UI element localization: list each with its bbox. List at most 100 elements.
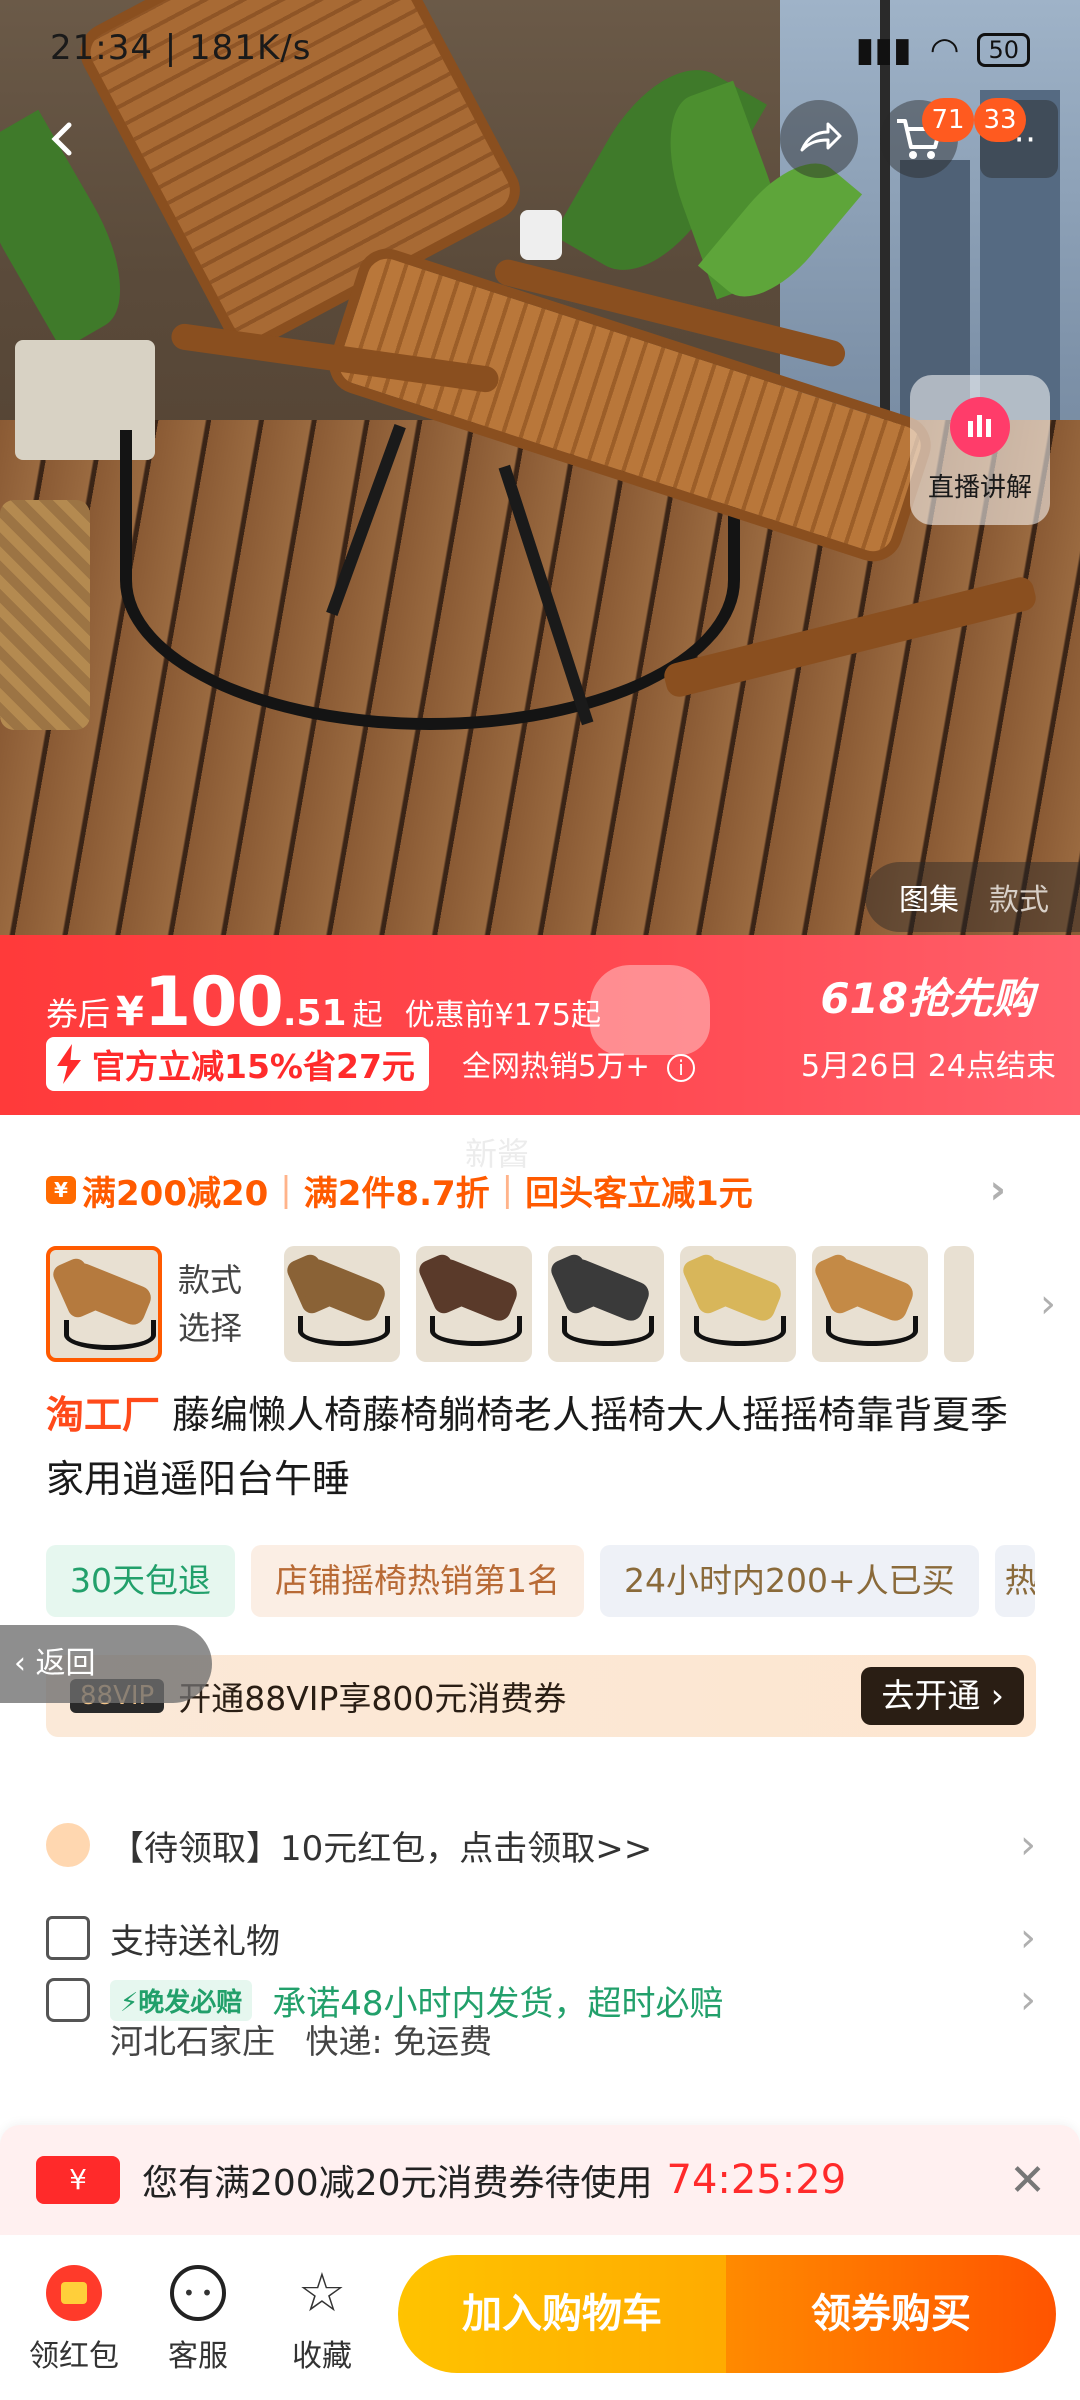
chair-thumb-rocker — [64, 1320, 156, 1350]
pre-discount-price: 优惠前¥175起 — [404, 998, 601, 1033]
chair-thumb-seat — [295, 1255, 389, 1325]
coupon-row[interactable]: ¥ 满200减20 | 满2件8.7折 | 回头客立减1元 › — [46, 1165, 1036, 1215]
chair-thumb-rocker — [430, 1316, 522, 1346]
red-packet-button[interactable]: 领红包 — [14, 2265, 134, 2375]
more-button[interactable]: ⋯ 33 — [974, 98, 1058, 178]
favorite-label: 收藏 — [292, 2339, 352, 2374]
coupon-buy-button[interactable]: 领券购买 — [726, 2255, 1056, 2373]
red-packet-icon — [46, 2265, 102, 2321]
price-banner: 券后 ¥ 100 .51 起 优惠前¥175起 官方立减15%省27元 全网热销… — [0, 935, 1080, 1115]
product-hero-image[interactable]: 21:34 | 181K/s ▮▮▮ ◠ 50 71 ⋯ 33 直播讲解 图集 … — [0, 0, 1080, 935]
variant-thumb[interactable] — [680, 1246, 796, 1362]
coupon-after-label: 券后 — [46, 995, 111, 1033]
red-packet-text: 【待领取】10元红包，点击领取>> — [110, 1828, 653, 1869]
battery-icon: 50 — [977, 33, 1030, 67]
share-icon — [800, 122, 842, 152]
variant-selector[interactable]: 款式选择 › — [46, 1245, 1056, 1363]
close-icon[interactable]: ✕ — [1009, 2155, 1046, 2206]
add-to-cart-button[interactable]: 加入购物车 — [398, 2255, 726, 2373]
vip-open-button[interactable]: 去开通 › — [861, 1667, 1024, 1725]
vip-open-label: 去开通 — [881, 1676, 981, 1715]
star-icon: ☆ — [297, 2261, 347, 2324]
coupon-notice[interactable]: ¥ 您有满200减20元消费券待使用 74:25:29 ✕ — [0, 2125, 1080, 2235]
chair-thumb-rocker — [562, 1316, 654, 1346]
wifi-icon: ◠ — [929, 30, 960, 70]
product-details: 新酱 ¥ 满200减20 | 满2件8.7折 | 回头客立减1元 › 款式选择 … — [0, 1115, 1080, 2125]
official-discount-text: 官方立减15%省27元 — [92, 1047, 415, 1086]
express-fee: 快递: 免运费 — [305, 2022, 493, 2061]
live-icon — [950, 397, 1010, 457]
product-title: 淘工厂 藤编懒人椅藤椅躺椅老人摇椅大人摇摇椅靠背夏季家用逍遥阳台午睡 — [46, 1383, 1036, 1511]
coupon-3: 回头客立减1元 — [525, 1173, 753, 1214]
cart-button[interactable]: 71 — [880, 98, 974, 178]
live-label: 直播讲解 — [927, 473, 1032, 503]
cart-count-badge: 71 — [922, 98, 974, 142]
customer-service-label: 客服 — [168, 2339, 228, 2374]
tag-partial: 热 — [994, 1545, 1035, 1617]
variant-thumb[interactable] — [812, 1246, 928, 1362]
status-bar: 21:34 | 181K/s ▮▮▮ ◠ 50 — [0, 0, 1080, 100]
chair-thumb-rocker — [826, 1316, 918, 1346]
tag-bestseller[interactable]: 店铺摇椅热销第1名 — [251, 1545, 584, 1617]
currency-symbol: ¥ — [116, 989, 144, 1035]
red-packet-icon — [46, 1823, 90, 1867]
variant-thumb[interactable] — [284, 1246, 400, 1362]
official-discount-badge: 官方立减15%省27元 — [46, 1037, 429, 1091]
coupon-ticket-icon: ¥ — [36, 2156, 120, 2204]
chair-thumb-seat — [427, 1255, 521, 1325]
chair-thumb-rocker — [298, 1316, 390, 1346]
gift-row[interactable]: 支持送礼物 › — [46, 1908, 1036, 1968]
tab-style[interactable]: 款式 — [989, 875, 1049, 919]
hot-sales[interactable]: 全网热销5万+ i — [462, 1043, 695, 1085]
status-icons: ▮▮▮ ◠ 50 — [856, 30, 1030, 70]
countdown-timer: 74:25:29 — [666, 2157, 847, 2203]
red-packet-row[interactable]: 【待领取】10元红包，点击领取>> › — [46, 1815, 1036, 1875]
chat-icon: • • — [170, 2265, 226, 2321]
bottom-action-bar: 领红包 • • 客服 ☆ 收藏 加入购物车 领券购买 — [0, 2235, 1080, 2400]
floating-back-button[interactable]: ‹ 返回 — [0, 1625, 212, 1703]
variant-thumb[interactable] — [548, 1246, 664, 1362]
vip-text: 开通88VIP享800元消费券 — [178, 1679, 567, 1718]
chevron-right-icon: › — [1020, 1915, 1036, 1961]
back-button[interactable] — [24, 100, 102, 178]
chevron-right-icon: › — [1020, 1822, 1036, 1868]
brand-label[interactable]: 淘工厂 — [46, 1393, 160, 1437]
notice-text: 您有满200减20元消费券待使用 — [142, 2163, 653, 2204]
product-title-text: 藤编懒人椅藤椅躺椅老人摇椅大人摇摇椅靠背夏季家用逍遥阳台午睡 — [46, 1393, 1009, 1501]
favorite-button[interactable]: ☆ 收藏 — [262, 2265, 382, 2375]
price-from-label: 起 — [352, 998, 383, 1033]
chair-thumb-seat — [61, 1259, 155, 1329]
truck-icon — [46, 1978, 90, 2022]
rattan-basket — [0, 500, 90, 730]
hot-sales-text: 全网热销5万+ — [462, 1049, 650, 1083]
gallery-tabs: 图集 款式 — [865, 862, 1080, 932]
chair-thumb-seat — [559, 1255, 653, 1325]
floating-back-label: 返回 — [35, 1646, 96, 1681]
share-button[interactable] — [780, 100, 858, 178]
customer-service-button[interactable]: • • 客服 — [138, 2265, 258, 2375]
ship-from: 河北石家庄 — [110, 2022, 275, 2061]
status-time: 21:34 | 181K/s — [50, 28, 312, 68]
variant-label: 款式选择 — [178, 1261, 243, 1347]
price-decimal: .51 — [282, 993, 347, 1034]
promo-end-time: 5月26日 24点结束 — [801, 1049, 1056, 1084]
late-tag-text: 晚发必赔 — [138, 1987, 243, 2018]
ship-info: 河北石家庄 快递: 免运费 — [110, 2015, 492, 2063]
variant-thumb[interactable] — [416, 1246, 532, 1362]
divider: | — [501, 1170, 514, 1210]
variant-thumb-partial[interactable] — [944, 1246, 974, 1362]
coupon-1: 满200减20 — [82, 1173, 269, 1214]
chair-thumb-seat — [691, 1255, 785, 1325]
flower-pot — [520, 210, 562, 260]
chevron-right-icon: › — [1020, 1977, 1036, 2023]
variant-thumb-selected[interactable] — [46, 1246, 162, 1362]
coupon-2: 满2件8.7折 — [303, 1173, 490, 1214]
price-integer: 100 — [143, 963, 284, 1042]
gift-icon — [46, 1916, 90, 1960]
signal-icon: ▮▮▮ — [855, 30, 912, 70]
live-explain-button[interactable]: 直播讲解 — [910, 375, 1050, 525]
chair-thumb-seat — [823, 1255, 917, 1325]
chevron-left-icon — [51, 122, 72, 156]
tab-gallery[interactable]: 图集 — [899, 875, 959, 919]
chevron-right-icon: › — [1040, 1281, 1056, 1327]
